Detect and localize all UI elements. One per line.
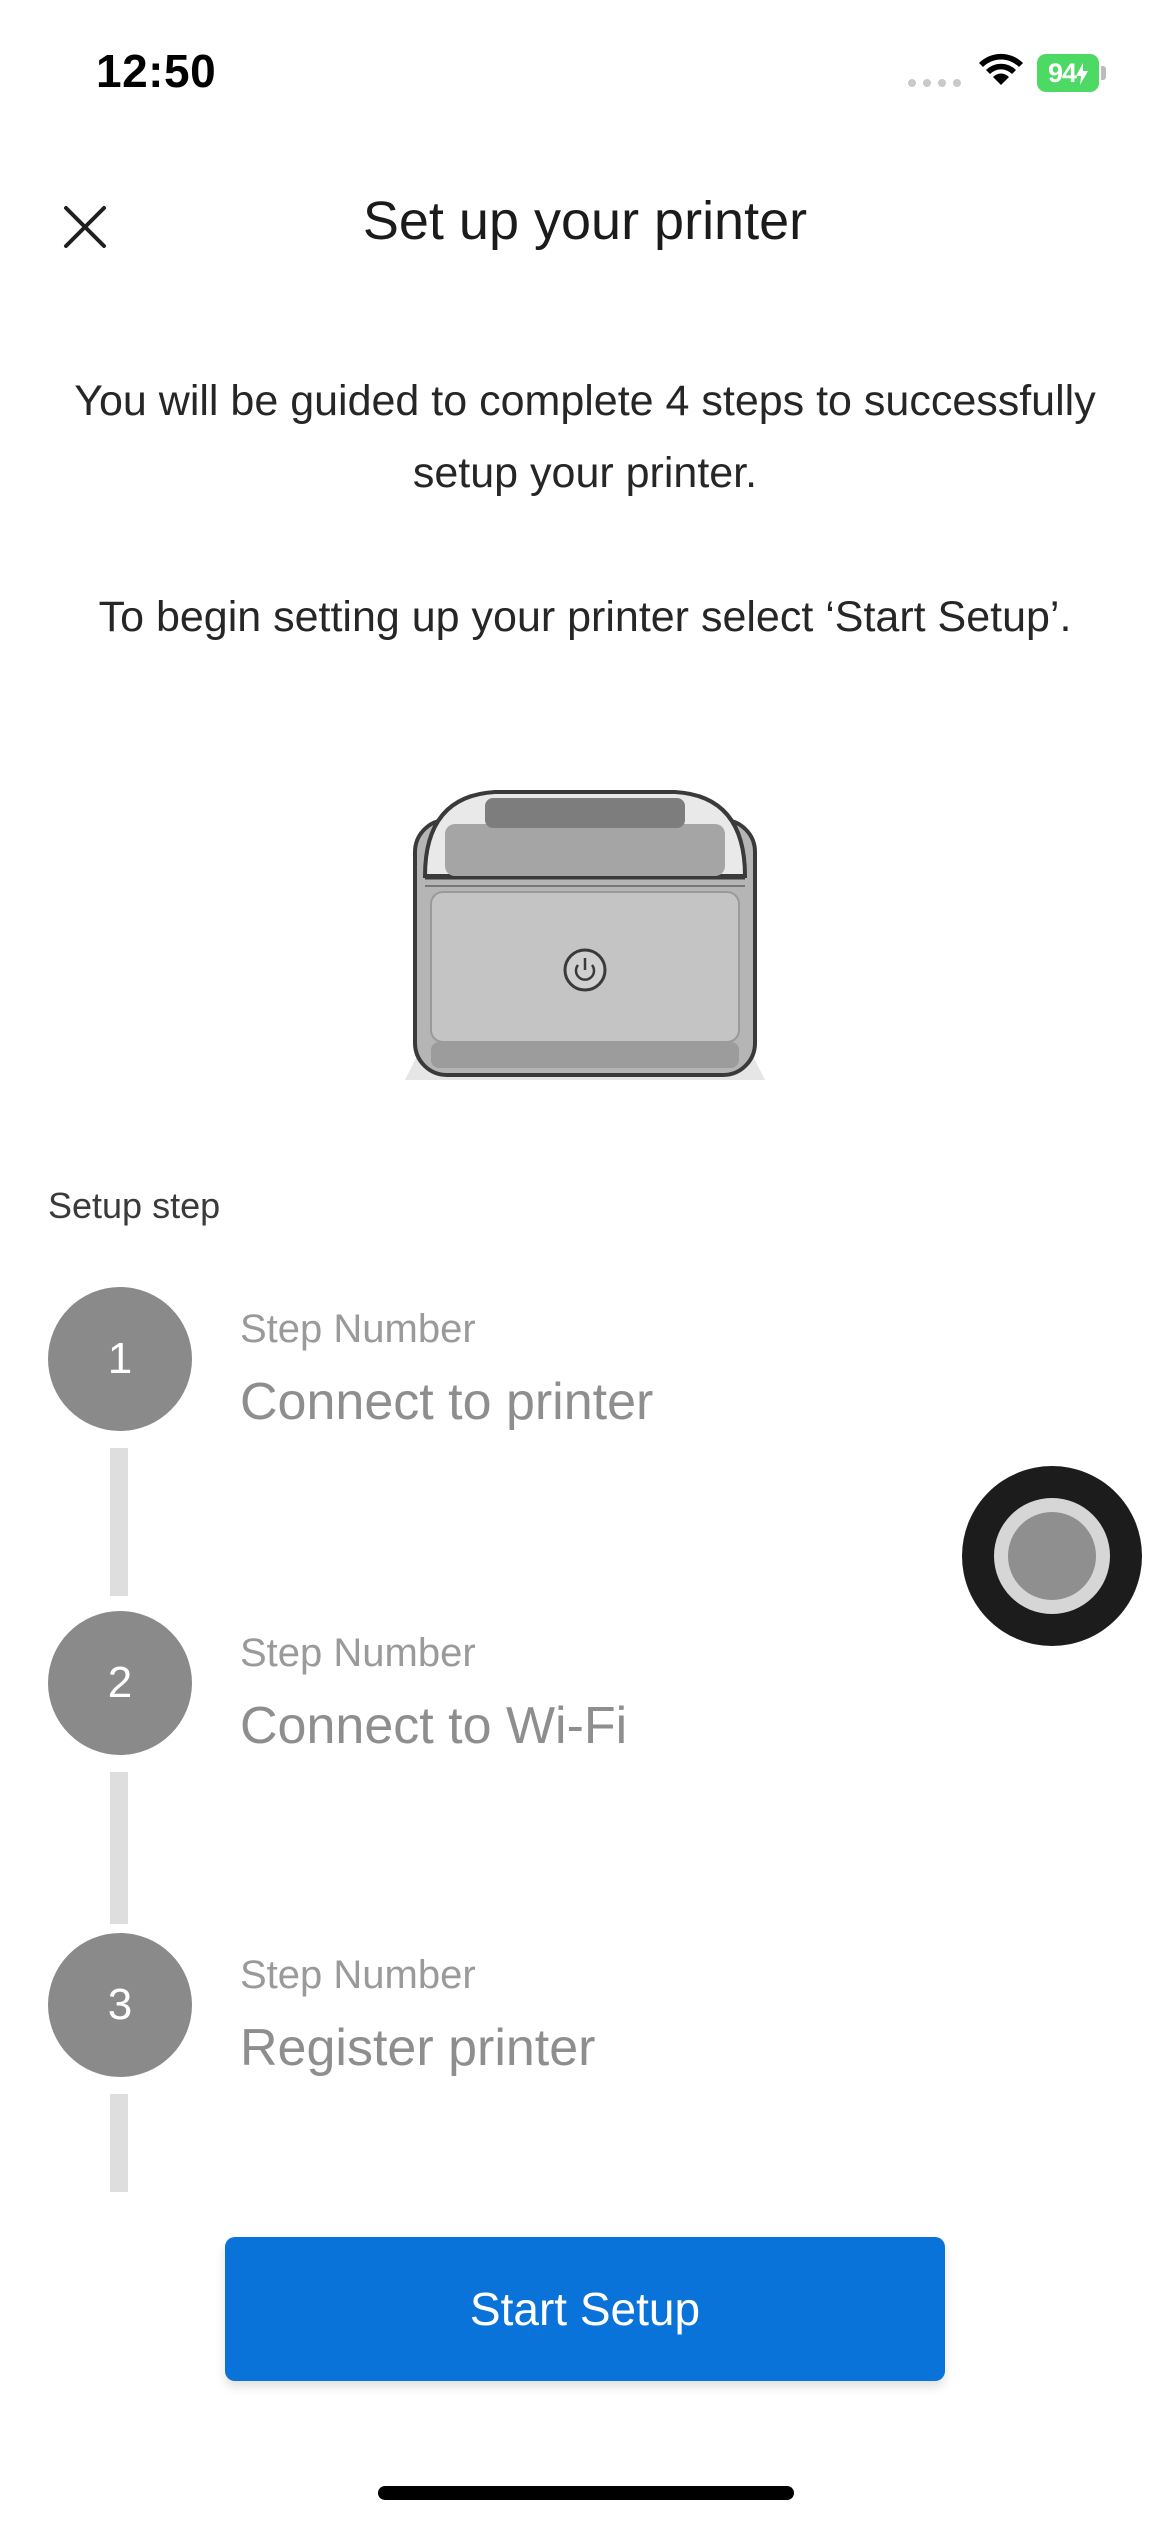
step-connector — [110, 1772, 128, 1924]
battery-percentage: 94 — [1047, 58, 1077, 88]
intro-paragraph-2: To begin setting up your printer select … — [98, 593, 1072, 641]
step-1-caption: Step Number — [240, 1307, 476, 1351]
step-1-title: Connect to printer — [240, 1373, 654, 1431]
assistive-touch-center — [1008, 1512, 1096, 1600]
intro-paragraph-1: You will be guided to complete 4 steps t… — [74, 377, 1096, 497]
intro-text: You will be guided to complete 4 steps t… — [70, 365, 1100, 653]
step-1-circle: 1 — [48, 1287, 192, 1431]
step-connector — [110, 2094, 128, 2192]
step-3-title: Register printer — [240, 2019, 596, 2077]
step-2-title: Connect to Wi-Fi — [240, 1697, 628, 1755]
charging-bolt-icon — [1076, 63, 1089, 85]
start-setup-button[interactable]: Start Setup — [225, 2237, 945, 2381]
cellular-signal-icon — [908, 79, 961, 87]
step-2-caption: Step Number — [240, 1631, 476, 1675]
printer-illustration — [405, 790, 765, 1080]
status-bar: 12:50 94 — [0, 0, 1170, 150]
assistive-touch-button[interactable] — [962, 1466, 1142, 1646]
setup-step-label: Setup step — [48, 1185, 221, 1226]
step-3-caption: Step Number — [240, 1953, 476, 1997]
step-connector — [110, 1448, 128, 1596]
home-indicator[interactable] — [378, 2486, 794, 2500]
step-2-circle: 2 — [48, 1611, 192, 1755]
battery-indicator: 94 — [1037, 54, 1107, 92]
battery-cap — [1101, 66, 1106, 80]
battery-level: 94 — [1037, 54, 1099, 92]
status-time: 12:50 — [96, 45, 217, 97]
step-3-circle: 3 — [48, 1933, 192, 2077]
page-title: Set up your printer — [362, 191, 808, 251]
wifi-icon — [979, 53, 1023, 85]
